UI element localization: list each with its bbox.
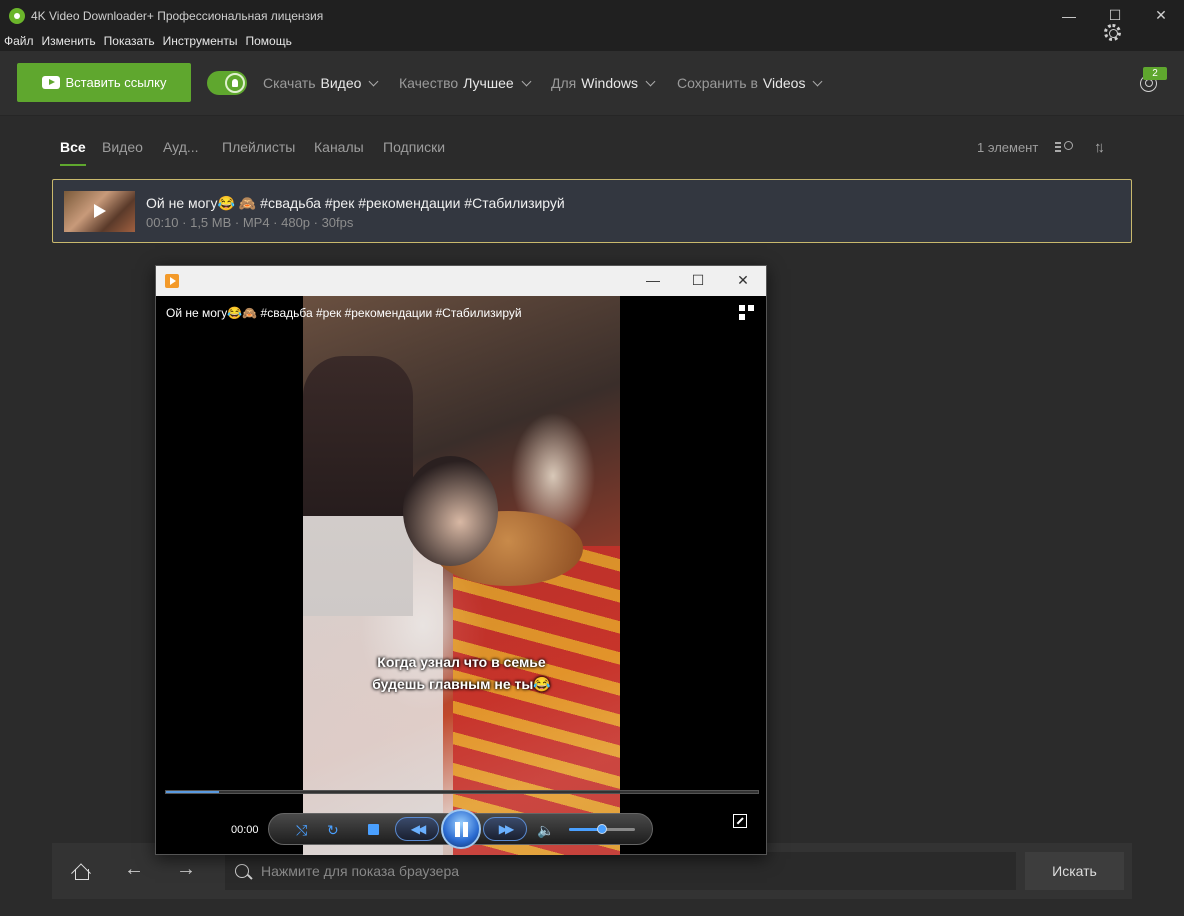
chevron-down-icon — [368, 76, 379, 86]
app-logo-icon — [9, 7, 25, 24]
menu-tools[interactable]: Инструменты — [163, 34, 238, 48]
title-bar: 4K Video Downloader+ Профессиональная ли… — [0, 0, 1184, 31]
fast-forward-button[interactable]: ▶▶ — [483, 817, 527, 841]
browser-url-field[interactable] — [225, 852, 1016, 890]
download-type-label: Скачать — [263, 75, 316, 91]
menu-help[interactable]: Помощь — [246, 34, 292, 48]
stop-button[interactable] — [368, 824, 379, 835]
paste-link-button[interactable]: Вставить ссылку — [17, 63, 191, 102]
tab-playlists[interactable]: Плейлисты — [222, 139, 295, 155]
subtitle-line-1: Когда узнал что в семье — [377, 654, 546, 670]
home-icon[interactable] — [72, 862, 90, 880]
minimize-button[interactable]: — — [1046, 0, 1092, 31]
forward-arrow-icon[interactable]: → — [176, 858, 196, 881]
search-button[interactable]: Искать — [1025, 852, 1124, 890]
player-minimize-button[interactable]: — — [633, 272, 673, 288]
player-title-bar: — ☐ ✕ — [156, 266, 766, 296]
search-icon — [235, 864, 249, 878]
chevron-down-icon — [645, 76, 656, 86]
item-count: 1 элемент — [977, 140, 1039, 155]
tab-video[interactable]: Видео — [102, 139, 143, 155]
sort-icon[interactable]: ↑↓ — [1094, 139, 1110, 156]
back-arrow-icon[interactable]: ← — [124, 858, 144, 881]
paste-link-label: Вставить ссылку — [65, 75, 167, 90]
volume-icon[interactable]: 🔈 — [537, 822, 554, 839]
download-type-value: Видео — [320, 75, 362, 91]
platform-label: Для — [551, 75, 577, 91]
switch-to-library-icon[interactable] — [739, 305, 757, 321]
menu-file[interactable]: Файл — [4, 34, 34, 48]
close-button[interactable]: ✕ — [1138, 0, 1184, 31]
menu-bar: Файл Изменить Показать Инструменты Помощ… — [0, 31, 1184, 51]
seek-bar[interactable] — [165, 790, 759, 794]
download-item[interactable]: Ой не могу😂 🙈 #свадьба #рек #рекомендаци… — [52, 179, 1132, 243]
platform-value: Windows — [581, 75, 639, 91]
save-location-value: Videos — [762, 75, 806, 91]
toolbar: Вставить ссылку Скачать Видео Качество Луч… — [0, 51, 1184, 116]
video-subtitle: Когда узнал что в семье будешь главным н… — [303, 651, 620, 695]
quality-value: Лучшее — [463, 75, 514, 91]
download-meta: 00:10 · 1,5 MB · MP4 · 480p · 30fps — [146, 215, 354, 230]
search-list-icon[interactable] — [1055, 140, 1077, 154]
seek-progress — [166, 791, 220, 793]
player-maximize-button[interactable]: ☐ — [678, 272, 718, 289]
video-title: Ой не могу😂🙈 #свадьба #рек #рекомендации… — [166, 306, 522, 320]
quality-label: Качество — [399, 75, 459, 91]
pause-button[interactable] — [441, 809, 481, 849]
lightbulb-icon — [225, 73, 245, 93]
subtitle-line-2: будешь главным не ты😂 — [372, 676, 551, 692]
tab-channels[interactable]: Каналы — [314, 139, 364, 155]
video-thumbnail[interactable] — [64, 191, 135, 232]
volume-slider[interactable] — [569, 824, 635, 834]
download-title: Ой не могу😂 🙈 #свадьба #рек #рекомендаци… — [146, 195, 565, 211]
media-player-icon — [165, 274, 179, 288]
chevron-down-icon — [813, 76, 823, 86]
fullscreen-icon[interactable] — [733, 814, 747, 828]
download-type-dropdown[interactable]: Скачать Видео — [263, 75, 379, 91]
quality-dropdown[interactable]: Качество Лучшее — [399, 75, 532, 91]
menu-view[interactable]: Показать — [104, 34, 155, 48]
playback-controls: ⤭ ↻ ◀◀ ▶▶ 🔈 — [268, 809, 653, 849]
repeat-icon[interactable]: ↻ — [327, 822, 339, 839]
notification-badge: 2 — [1143, 67, 1167, 80]
browser-search-input[interactable] — [261, 863, 961, 879]
rewind-button[interactable]: ◀◀ — [395, 817, 439, 841]
save-location-label: Сохранить в — [677, 75, 758, 91]
window-title: 4K Video Downloader+ Профессиональная ли… — [31, 8, 324, 23]
youtube-icon — [41, 76, 60, 89]
chevron-down-icon — [521, 76, 532, 86]
platform-dropdown[interactable]: Для Windows — [551, 75, 656, 91]
settings-gear-icon[interactable] — [1104, 24, 1121, 41]
video-frame[interactable] — [303, 296, 620, 855]
player-close-button[interactable]: ✕ — [723, 272, 763, 289]
media-player-window: — ☐ ✕ Ой не могу😂🙈 #свадьба #рек #рекоме… — [155, 265, 767, 855]
tab-subscriptions[interactable]: Подписки — [383, 139, 445, 155]
smart-mode-toggle[interactable] — [207, 71, 247, 95]
tab-audio[interactable]: Ауд... — [163, 139, 199, 155]
save-location-dropdown[interactable]: Сохранить в Videos — [677, 75, 823, 91]
shuffle-icon[interactable]: ⤭ — [296, 822, 307, 839]
tab-all[interactable]: Все — [60, 139, 86, 166]
menu-edit[interactable]: Изменить — [42, 34, 96, 48]
playback-time: 00:00 — [231, 824, 259, 836]
